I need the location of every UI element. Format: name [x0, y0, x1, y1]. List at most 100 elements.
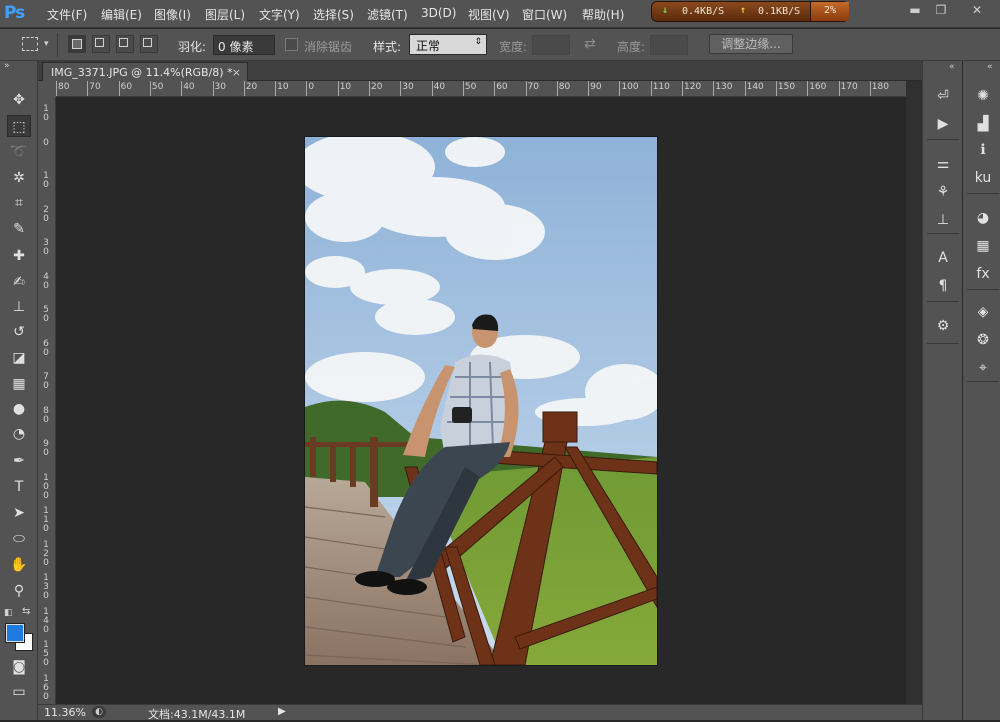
menu-edit[interactable]: 编辑(E) — [101, 6, 142, 23]
style-select[interactable]: 正常 ⇕ — [409, 34, 487, 55]
document-tab[interactable]: IMG_3371.JPG @ 11.4%(RGB/8) * × — [42, 62, 248, 81]
layers-panel-icon[interactable]: ◈ — [971, 301, 995, 323]
ruler-origin[interactable] — [38, 81, 56, 97]
info-panel-icon[interactable]: ℹ — [971, 139, 995, 161]
ruler-tick-label: 9 0 — [43, 439, 49, 458]
vertical-scrollbar[interactable] — [906, 81, 922, 704]
history-panel-icon[interactable]: ⏎ — [931, 85, 955, 107]
actions-panel-icon[interactable]: ▶ — [931, 113, 955, 135]
menu-type[interactable]: 文字(Y) — [259, 6, 300, 23]
style-select-value: 正常 — [416, 39, 441, 53]
preset-dropdown-icon[interactable]: ▾ — [44, 39, 49, 49]
document-image[interactable] — [305, 137, 657, 665]
character-panel-icon[interactable]: A — [931, 247, 955, 269]
type-tool-icon[interactable]: T — [7, 476, 31, 498]
pen-tool-icon[interactable]: ✒ — [7, 450, 31, 472]
swap-dimensions-icon[interactable]: ⇄ — [584, 36, 596, 52]
antialias-checkbox[interactable] — [285, 38, 298, 51]
swatches-panel-icon[interactable]: ▦ — [971, 235, 995, 257]
clone-source-panel-icon[interactable]: ⊥ — [931, 209, 955, 231]
status-menu-arrow-icon[interactable]: ▶ — [278, 706, 286, 717]
menu-view[interactable]: 视图(V) — [468, 6, 510, 23]
ruler-tick-label: 8 0 — [43, 405, 49, 425]
menu-layer[interactable]: 图层(L) — [205, 6, 245, 23]
adjustments-panel-icon[interactable]: ⚌ — [931, 153, 955, 175]
eraser-tool-icon[interactable]: ◪ — [7, 347, 31, 369]
tab-close-icon[interactable]: × — [232, 66, 241, 79]
move-tool-icon[interactable]: ✥ — [7, 89, 31, 111]
add-to-selection-icon[interactable] — [92, 35, 110, 53]
menu-file[interactable]: 文件(F) — [47, 6, 87, 23]
ruler-tick-mark — [462, 81, 464, 96]
eyedropper-tool-icon[interactable]: ✎ — [7, 218, 31, 240]
download-speed: 0.4KB/S — [682, 6, 725, 17]
crop-tool-icon[interactable]: ⌗ — [7, 192, 31, 214]
refine-edge-button[interactable]: 调整边缘... — [709, 34, 793, 54]
collapse-panel-b-icon[interactable]: « — [987, 62, 993, 72]
histogram-panel-icon[interactable]: ▟ — [971, 113, 995, 135]
brush-tool-icon[interactable]: ✍ — [7, 271, 31, 293]
canvas-area[interactable] — [56, 97, 906, 704]
subtract-from-selection-icon[interactable] — [116, 35, 134, 53]
magic-wand-tool-icon[interactable]: ✲ — [7, 167, 31, 189]
minimize-button[interactable]: ▬ — [902, 2, 928, 18]
restore-button[interactable]: ❐ — [928, 2, 954, 18]
menu-help[interactable]: 帮助(H) — [582, 6, 624, 23]
hand-tool-icon[interactable]: ✋ — [7, 554, 31, 576]
quick-mask-icon[interactable]: ◙ — [7, 656, 31, 678]
feather-input[interactable]: 0 像素 — [213, 35, 275, 55]
height-input[interactable] — [650, 35, 688, 55]
paragraph-panel-icon[interactable]: ¶ — [931, 275, 955, 297]
vertical-ruler[interactable]: 1 0 0 1 0 2 0 3 0 4 0 5 0 6 0 7 0 8 0 9 0 1 0 0 1 1 … — [38, 97, 56, 704]
lasso-tool-icon[interactable]: ➰ — [7, 141, 31, 163]
paths-panel-icon[interactable]: ⌖ — [971, 357, 995, 379]
swap-colors-icon[interactable]: ⇆ — [22, 606, 30, 617]
styles-panel-icon[interactable]: fx — [971, 263, 995, 285]
screen-mode-icon[interactable]: ▭ — [7, 681, 31, 703]
menu-image[interactable]: 图像(I) — [154, 6, 191, 23]
collapse-tools-icon[interactable]: » — [4, 61, 10, 71]
close-button[interactable]: ✕ — [962, 2, 992, 18]
status-info-icon[interactable]: ◐ — [92, 706, 106, 718]
ruler-tick-label: 70 — [89, 82, 101, 92]
gradient-tool-icon[interactable]: ▦ — [7, 373, 31, 395]
blur-tool-icon[interactable]: ● — [7, 398, 31, 420]
marquee-tool-icon[interactable]: ⬚ — [7, 115, 31, 137]
foreground-color-swatch[interactable] — [5, 623, 25, 643]
height-label: 高度: — [617, 40, 646, 54]
tool-presets-panel-icon[interactable]: ⚙ — [931, 315, 955, 337]
ruler-tick-label: 1 0 — [43, 104, 49, 123]
menu-filter[interactable]: 滤镜(T) — [367, 6, 408, 23]
brush-presets-panel-icon[interactable]: ⚘ — [931, 181, 955, 203]
ruler-tick-label: 100 — [621, 82, 639, 92]
ruler-tick-label: 50 — [464, 82, 477, 92]
select-arrow-icon: ⇕ — [474, 37, 482, 47]
collapse-panel-a-icon[interactable]: « — [949, 62, 955, 72]
intersect-selection-icon[interactable] — [140, 35, 158, 53]
menu-window[interactable]: 窗口(W) — [522, 6, 567, 23]
kuler-panel-icon[interactable]: ku — [971, 167, 995, 189]
menu-select[interactable]: 选择(S) — [313, 6, 354, 23]
style-label: 样式: — [373, 40, 402, 54]
default-colors-icon[interactable]: ◧ — [4, 608, 13, 618]
ellipse-tool-icon[interactable]: ⬭ — [7, 528, 31, 550]
channels-panel-icon[interactable]: ❂ — [971, 329, 995, 351]
clone-stamp-tool-icon[interactable]: ⊥ — [7, 296, 31, 318]
panel-divider — [967, 381, 999, 382]
new-selection-icon[interactable] — [68, 35, 86, 53]
ruler-tick-label: 5 0 — [43, 305, 49, 324]
history-brush-tool-icon[interactable]: ↺ — [7, 321, 31, 343]
ruler-tick-label: 1 0 0 — [43, 472, 49, 501]
menu-3d[interactable]: 3D(D) — [421, 6, 456, 20]
rect-marquee-preset-icon[interactable] — [22, 37, 38, 51]
path-selection-tool-icon[interactable]: ➤ — [7, 502, 31, 524]
navigator-panel-icon[interactable]: ✺ — [971, 85, 995, 107]
zoom-tool-icon[interactable]: ⚲ — [7, 580, 31, 602]
zoom-level[interactable]: 11.36% — [44, 706, 86, 719]
horizontal-ruler[interactable]: 80 70 60 50 40 30 20 10 0 10 20 30 40 50 60 70 80 90 100 11… — [56, 81, 906, 97]
dodge-tool-icon[interactable]: ◔ — [7, 423, 31, 445]
color-panel-icon[interactable]: ◕ — [971, 207, 995, 229]
healing-brush-tool-icon[interactable]: ✚ — [7, 245, 31, 267]
width-input[interactable] — [532, 35, 570, 55]
network-speed-widget[interactable]: ↓ 0.4KB/S ↑ 0.1KB/S 2% — [651, 1, 849, 22]
